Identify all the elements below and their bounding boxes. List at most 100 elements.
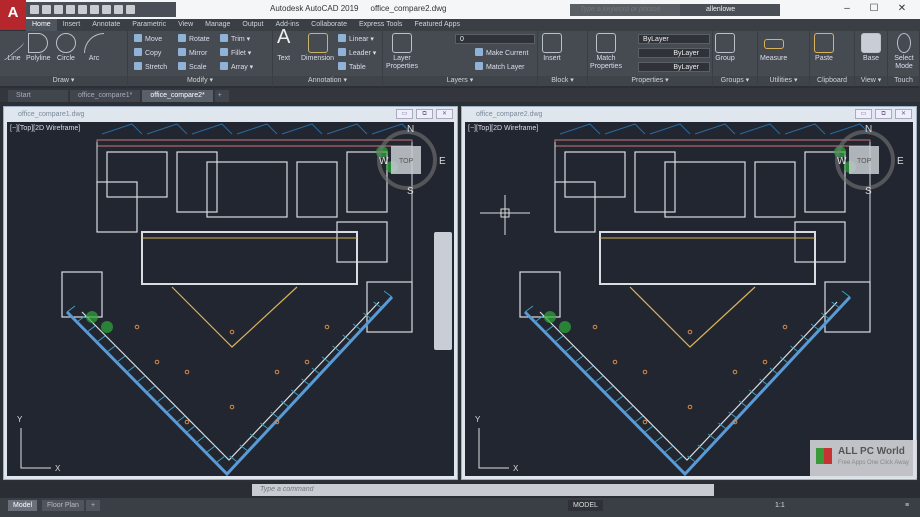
match-layer-button[interactable]: Match Layer [475, 62, 525, 73]
customize-menu-icon[interactable]: ≡ [900, 500, 914, 511]
text-button[interactable]: A Text [277, 27, 290, 63]
viewport-restore-button[interactable]: ⧉ [875, 109, 892, 119]
polyline-button[interactable]: Polyline [26, 33, 51, 63]
trim-button[interactable]: Trim ▾ [220, 34, 250, 45]
measure-button[interactable]: Measure [760, 33, 787, 63]
ribbon-tab-express-tools[interactable]: Express Tools [353, 19, 408, 31]
properties-panel-label[interactable]: Properties ▾ [588, 76, 712, 86]
dimension-button[interactable]: Dimension [301, 33, 334, 63]
insert-button[interactable]: Insert [542, 33, 562, 63]
ribbon-tab-parametric[interactable]: Parametric [126, 19, 172, 31]
web-icon[interactable] [78, 5, 87, 14]
annotation-scale[interactable]: 1:1 [770, 500, 790, 511]
ucs-y-label: Y [17, 415, 23, 424]
ribbon-tab-featured-apps[interactable]: Featured Apps [408, 19, 466, 31]
layout-tab-floor-plan[interactable]: Floor Plan [42, 500, 84, 511]
command-input[interactable] [252, 484, 714, 496]
paste-button[interactable]: Paste [814, 33, 834, 63]
drawing-canvas[interactable]: N E S W TOP Y X [−][Top][2D Wireframe] [465, 122, 913, 476]
ribbon-tab-output[interactable]: Output [236, 19, 269, 31]
view-panel-label[interactable]: View ▾ [855, 76, 887, 86]
layout-tab-model[interactable]: Model [8, 500, 38, 511]
move-button[interactable]: Move [134, 34, 162, 45]
ribbon-tab-home[interactable]: Home [26, 19, 57, 31]
base-button[interactable]: Base [861, 33, 881, 63]
utilities-panel-label[interactable]: Utilities ▾ [758, 76, 809, 86]
viewport-close-button[interactable]: ✕ [436, 109, 453, 119]
linear-button[interactable]: Linear ▾ [338, 34, 374, 45]
lineweight-dropdown[interactable]: ByLayer [638, 62, 710, 72]
arc-button[interactable]: Arc [84, 33, 104, 63]
groups-panel-label[interactable]: Groups ▾ [713, 76, 757, 86]
annotation-panel-label[interactable]: Annotation ▾ [273, 76, 382, 86]
tab-start[interactable]: Start [8, 90, 68, 102]
new-tab-button[interactable]: + [214, 90, 229, 102]
copy-button[interactable]: Copy [134, 48, 161, 59]
drawing-canvas[interactable]: N E S W TOP Y X [−][Top][2D Wireframe] [7, 122, 454, 476]
navigation-bar[interactable] [434, 232, 452, 350]
match-properties-button[interactable]: Match Properties [590, 33, 622, 71]
close-button[interactable]: ✕ [890, 2, 914, 16]
linetype-dropdown[interactable]: ByLayer [638, 48, 710, 58]
ribbon-tab-view[interactable]: View [172, 19, 199, 31]
layer-dropdown[interactable]: 0 [455, 34, 535, 44]
viewport-close-button[interactable]: ✕ [895, 109, 912, 119]
color-dropdown[interactable]: ByLayer [638, 34, 710, 44]
column-marker [229, 329, 235, 335]
curtain-wall [523, 295, 852, 476]
modify-panel-label[interactable]: Modify ▾ [128, 76, 272, 86]
tab-office-compare1[interactable]: office_compare1* [70, 90, 141, 102]
group-button[interactable]: Group [715, 33, 735, 63]
viewport-minimize-button[interactable]: ▭ [396, 109, 413, 119]
room [634, 151, 676, 213]
redo-icon[interactable] [126, 5, 135, 14]
maximize-button[interactable]: ☐ [862, 2, 886, 16]
viewport-controls[interactable]: [−][Top][2D Wireframe] [10, 125, 80, 132]
array-button[interactable]: Array ▾ [220, 62, 253, 73]
rotate-button[interactable]: Rotate [178, 34, 210, 45]
select-mode-button[interactable]: Select Mode [890, 33, 918, 71]
fillet-button[interactable]: Fillet ▾ [220, 48, 251, 59]
viewcube-s-label: S [407, 186, 414, 197]
layers-panel-label[interactable]: Layers ▾ [383, 76, 537, 86]
make-current-button[interactable]: Make Current [475, 48, 528, 59]
leader-button[interactable]: Leader ▾ [338, 48, 376, 59]
atrium-line [629, 286, 756, 348]
plant [86, 311, 98, 323]
exterior-wall [554, 139, 871, 147]
layer-properties-button[interactable]: Layer Properties [385, 33, 419, 71]
open-icon[interactable] [42, 5, 51, 14]
undo-icon[interactable] [114, 5, 123, 14]
line-button[interactable]: Line [4, 24, 24, 63]
viewport-restore-button[interactable]: ⧉ [416, 109, 433, 119]
ribbon-tab-insert[interactable]: Insert [57, 19, 87, 31]
column-marker [782, 324, 788, 330]
ribbon-tab-manage[interactable]: Manage [199, 19, 236, 31]
search-input[interactable] [570, 4, 680, 16]
table-button[interactable]: Table [338, 62, 366, 73]
new-icon[interactable] [30, 5, 39, 14]
save-as-icon[interactable] [66, 5, 75, 14]
scale-button[interactable]: Scale [178, 62, 207, 73]
block-panel-label[interactable]: Block ▾ [538, 76, 587, 86]
tab-office-compare2[interactable]: office_compare2* [142, 90, 213, 102]
viewport-minimize-button[interactable]: ▭ [855, 109, 872, 119]
stretch-button[interactable]: Stretch [134, 62, 167, 73]
mobile-icon[interactable] [90, 5, 99, 14]
circle-button[interactable]: Circle [56, 33, 76, 63]
add-layout-button[interactable]: + [86, 500, 101, 511]
viewcube-e-label: E [897, 156, 904, 167]
draw-panel-label[interactable]: Draw ▾ [0, 76, 127, 86]
mirror-button[interactable]: Mirror [178, 48, 207, 59]
column-marker [304, 359, 310, 365]
viewport-controls[interactable]: [−][Top][2D Wireframe] [468, 125, 538, 132]
column-marker [687, 329, 693, 335]
mullion [96, 335, 106, 343]
model-space-toggle[interactable]: MODEL [568, 500, 603, 511]
save-icon[interactable] [54, 5, 63, 14]
ribbon-tab-annotate[interactable]: Annotate [86, 19, 126, 31]
user-account[interactable]: allenlowe [680, 4, 780, 16]
plot-icon[interactable] [102, 5, 111, 14]
ribbon-tab-collaborate[interactable]: Collaborate [305, 19, 353, 31]
minimize-button[interactable]: – [835, 2, 859, 16]
